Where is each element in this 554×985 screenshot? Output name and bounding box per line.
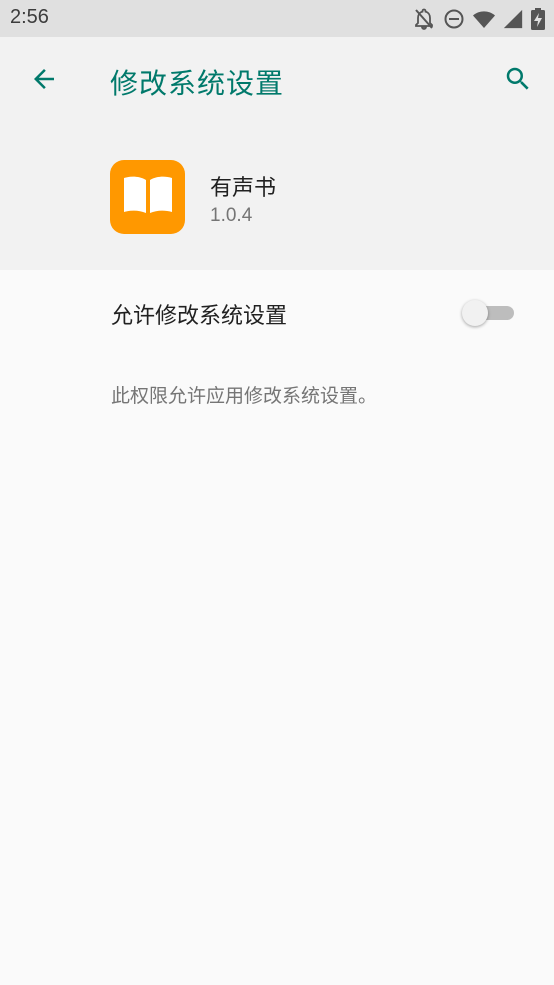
setting-label: 允许修改系统设置 — [111, 304, 288, 329]
allow-modify-settings-toggle[interactable] — [462, 300, 514, 326]
signal-icon — [502, 8, 524, 30]
open-book-icon — [122, 175, 174, 219]
do-not-disturb-icon — [442, 7, 466, 31]
search-icon — [503, 64, 533, 98]
app-version: 1.0.4 — [210, 205, 253, 226]
wifi-icon — [472, 7, 496, 31]
permission-summary: 此权限允许应用修改系统设置。 — [111, 385, 378, 407]
switch-thumb — [462, 300, 488, 326]
app-name: 有声书 — [210, 176, 277, 201]
arrow-back-icon — [29, 64, 59, 98]
status-icons — [412, 6, 546, 32]
page-title: 修改系统设置 — [110, 67, 285, 100]
notifications-off-icon — [412, 7, 436, 31]
app-icon — [110, 160, 185, 234]
app-bar: 修改系统设置 有声书 1.0.4 — [0, 37, 554, 270]
search-button[interactable] — [496, 59, 540, 103]
allow-modify-settings-row[interactable]: 允许修改系统设置 — [0, 270, 554, 356]
status-bar: 2:56 — [0, 0, 554, 37]
battery-charging-icon — [530, 7, 546, 31]
back-button[interactable] — [22, 59, 66, 103]
status-time: 2:56 — [10, 6, 49, 28]
